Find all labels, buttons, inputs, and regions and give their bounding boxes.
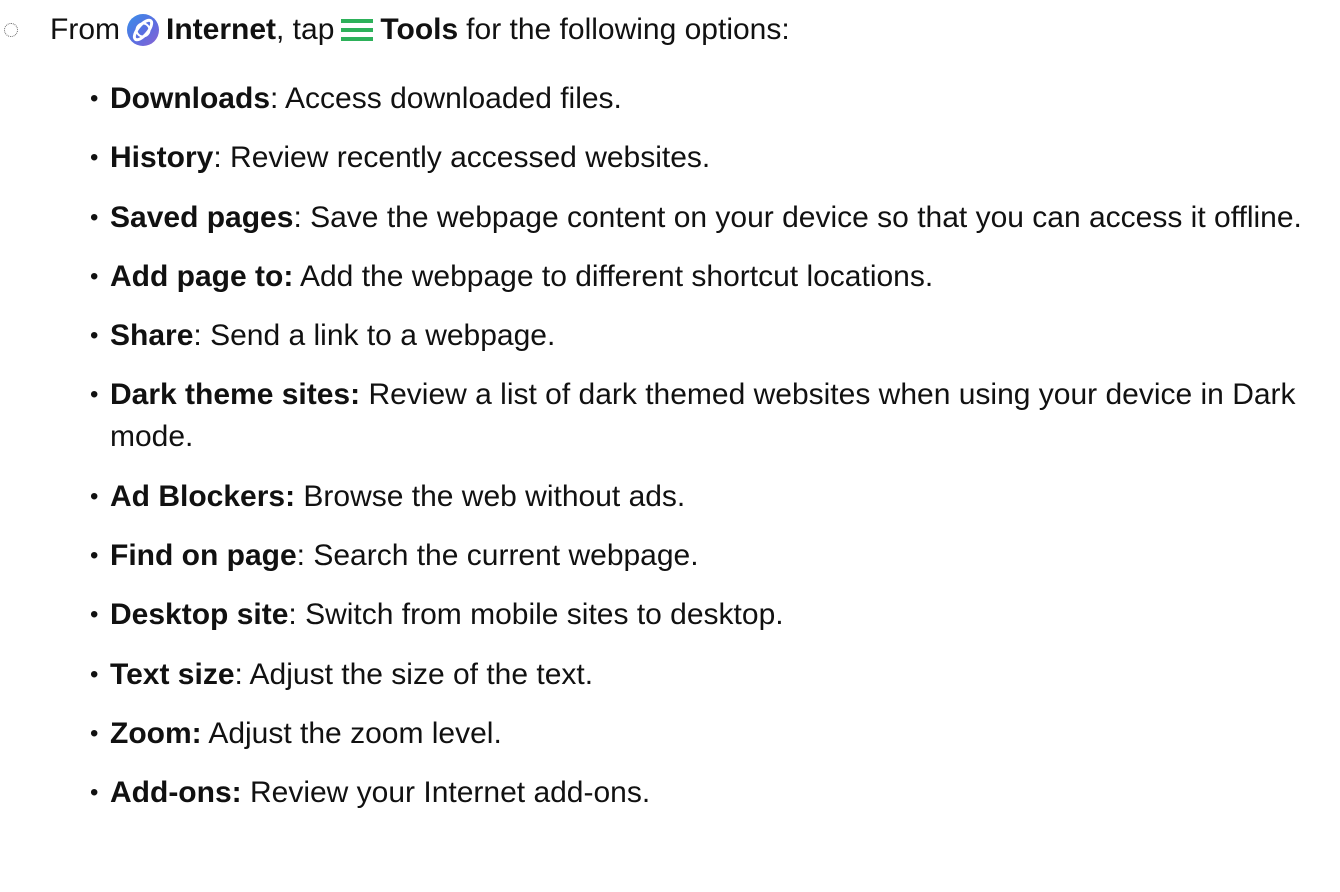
document-page: From Internet , tap Tools for the follow… [0, 0, 1340, 892]
option-name: Text size [110, 657, 235, 691]
option-description: Switch from mobile sites to desktop. [296, 598, 784, 632]
option-separator: : [293, 200, 302, 234]
tools-options-list: • Downloads: Access downloaded files. • His… [90, 78, 1340, 832]
option-separator: : [296, 539, 305, 573]
option-name: Saved pages [110, 200, 294, 234]
bullet-icon: • [90, 203, 99, 231]
option-description: Save the webpage content on your device … [301, 200, 1302, 234]
list-item: • Dark theme sites: Review a list of dark… [90, 374, 1340, 458]
option-name: Find on page [110, 539, 297, 573]
list-item: • History: Review recently accessed websi… [90, 137, 1340, 179]
bullet-icon: • [90, 719, 99, 747]
option-separator: : [288, 598, 297, 632]
list-item: • Find on page: Search the current webpag… [90, 535, 1340, 577]
bullet-icon: • [90, 601, 99, 629]
list-item: • Desktop site: Switch from mobile sites … [90, 594, 1340, 636]
bullet-icon: • [90, 85, 99, 112]
bullet-icon: • [90, 381, 99, 409]
option-name: History [110, 141, 214, 175]
option-separator: : [213, 141, 222, 175]
option-description: Adjust the zoom level. [201, 716, 502, 750]
option-name: Zoom: [110, 716, 202, 750]
bullet-icon: • [90, 482, 99, 510]
intro-suffix: for the following options: [466, 13, 790, 46]
option-name: Desktop site [110, 598, 289, 632]
list-item: • Add-ons: Review your Internet add-ons. [90, 772, 1340, 814]
bullet-icon: • [90, 660, 99, 688]
intro-line: From Internet , tap Tools for the follow… [0, 10, 790, 50]
option-description: Add the webpage to different shortcut lo… [293, 259, 934, 293]
option-name: Add page to: [110, 259, 294, 293]
step-marker-icon [4, 23, 18, 37]
option-name: Ad Blockers: [110, 479, 296, 513]
option-description: Search the current webpage. [305, 539, 699, 573]
bullet-icon: • [90, 779, 99, 807]
list-item: • Share: Send a link to a webpage. [90, 315, 1340, 357]
option-separator: : [193, 319, 202, 353]
list-item: • Ad Blockers: Browse the web without ads… [90, 476, 1340, 518]
list-item: • Downloads: Access downloaded files. [90, 78, 1340, 120]
option-description: Adjust the size of the text. [242, 657, 594, 691]
bullet-icon: • [90, 322, 99, 350]
intro-app-name: Internet [166, 13, 277, 46]
option-description: Browse the web without ads. [295, 479, 686, 513]
list-item: • Zoom: Adjust the zoom level. [90, 713, 1340, 755]
option-description: Review your Internet add-ons. [241, 776, 651, 810]
samsung-internet-icon [127, 14, 159, 46]
intro-middle: , tap [276, 13, 335, 46]
intro-prefix: From [50, 13, 120, 46]
bullet-icon: • [90, 144, 99, 172]
option-name: Share [110, 319, 194, 353]
option-name: Downloads [110, 82, 271, 115]
option-description: Access downloaded files. [278, 82, 622, 115]
list-item: • Saved pages: Save the webpage content o… [90, 197, 1340, 239]
option-name: Dark theme sites: [110, 378, 361, 412]
bullet-icon: • [90, 262, 99, 290]
option-separator: : [234, 657, 243, 691]
list-item: • Add page to: Add the webpage to differe… [90, 256, 1340, 298]
bullet-icon: • [90, 542, 99, 570]
intro-menu-name: Tools [380, 13, 459, 46]
option-description: Send a link to a webpage. [201, 319, 556, 353]
option-description: Review recently accessed websites. [221, 141, 711, 175]
list-item: • Text size: Adjust the size of the text. [90, 654, 1340, 696]
option-name: Add-ons: [110, 776, 242, 810]
hamburger-menu-icon [341, 19, 374, 41]
